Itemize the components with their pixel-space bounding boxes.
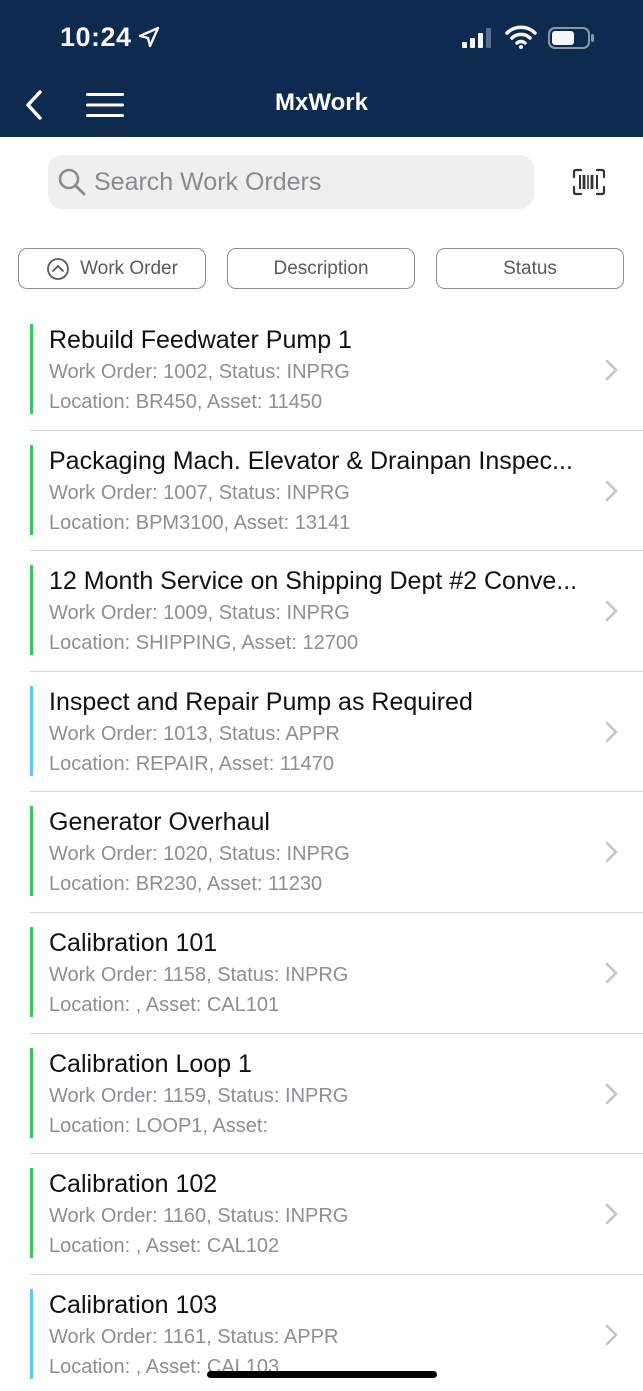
barcode-scan-icon[interactable] <box>572 168 606 196</box>
battery-icon <box>548 27 594 49</box>
work-order-status-line: Work Order: 1007, Status: INPRG <box>49 481 350 504</box>
chevron-right-icon <box>605 480 618 501</box>
top-bar: 10:24 MxWork <box>0 0 643 137</box>
work-order-location-line: Location: REPAIR, Asset: 11470 <box>49 752 334 775</box>
work-order-row[interactable]: Calibration Loop 1 Work Order: 1159, Sta… <box>0 1034 643 1155</box>
home-indicator <box>207 1371 437 1378</box>
status-indicator <box>30 1168 33 1259</box>
location-arrow-icon <box>138 26 160 48</box>
status-indicator <box>30 324 33 414</box>
sort-description-button[interactable]: Description <box>227 248 415 289</box>
app-title: MxWork <box>275 89 368 116</box>
work-order-location-line: Location: LOOP1, Asset: <box>49 1114 269 1137</box>
work-order-title: Calibration 101 <box>49 928 218 957</box>
work-order-location-line: Location: , Asset: CAL102 <box>49 1235 280 1258</box>
status-time: 10:24 <box>60 22 132 52</box>
work-order-status-line: Work Order: 1002, Status: INPRG <box>49 361 350 383</box>
work-order-title: Inspect and Repair Pump as Required <box>49 687 473 716</box>
work-order-status-line: Work Order: 1020, Status: INPRG <box>49 843 350 866</box>
work-order-title: Generator Overhaul <box>49 808 270 837</box>
chevron-right-icon <box>605 1324 618 1346</box>
sort-status-button[interactable]: Status <box>436 248 624 289</box>
sort-status-label: Status <box>503 257 557 279</box>
work-order-row[interactable]: Inspect and Repair Pump as Required Work… <box>0 672 643 793</box>
search-input[interactable] <box>94 160 524 204</box>
work-order-row[interactable]: 12 Month Service on Shipping Dept #2 Con… <box>0 551 643 672</box>
work-order-row[interactable]: Packaging Mach. Elevator & Drainpan Insp… <box>0 431 643 552</box>
work-order-location-line: Location: , Asset: CAL101 <box>49 993 280 1016</box>
chevron-right-icon <box>605 1203 618 1225</box>
status-indicator <box>30 565 33 656</box>
chevron-right-icon <box>605 721 618 743</box>
work-order-status-line: Work Order: 1161, Status: APPR <box>49 1325 339 1348</box>
chevron-right-icon <box>605 359 618 381</box>
status-indicator <box>30 1047 33 1138</box>
work-order-title: 12 Month Service on Shipping Dept #2 Con… <box>49 567 578 596</box>
status-indicator <box>30 1288 33 1379</box>
search-icon <box>58 168 86 196</box>
work-order-row[interactable]: Generator Overhaul Work Order: 1020, Sta… <box>0 792 643 913</box>
work-order-status-line: Work Order: 1160, Status: INPRG <box>49 1205 349 1228</box>
work-order-status-line: Work Order: 1158, Status: INPRG <box>49 963 349 986</box>
work-order-title: Calibration 103 <box>49 1290 218 1319</box>
work-order-status-line: Work Order: 1013, Status: APPR <box>49 722 340 745</box>
status-indicator <box>30 444 33 535</box>
work-order-title: Rebuild Feedwater Pump 1 <box>49 326 352 354</box>
work-order-status-line: Work Order: 1159, Status: INPRG <box>49 1084 349 1107</box>
sort-work-order-button[interactable]: Work Order <box>18 248 206 289</box>
sort-ascending-icon <box>47 257 69 280</box>
chevron-right-icon <box>605 962 618 984</box>
work-order-title: Calibration Loop 1 <box>49 1049 252 1078</box>
wifi-icon <box>505 25 537 49</box>
work-order-location-line: Location: BR230, Asset: 11230 <box>49 873 323 896</box>
status-indicator <box>30 926 33 1017</box>
sort-description-label: Description <box>273 257 369 279</box>
work-order-location-line: Location: BR450, Asset: 11450 <box>49 391 323 413</box>
status-indicator <box>30 806 33 897</box>
cellular-signal-icon <box>462 28 491 48</box>
work-order-row[interactable]: Calibration 101 Work Order: 1158, Status… <box>0 913 643 1034</box>
chevron-right-icon <box>605 600 618 622</box>
status-indicator <box>30 685 33 776</box>
work-order-location-line: Location: SHIPPING, Asset: 12700 <box>49 632 359 655</box>
work-order-title: Calibration 102 <box>49 1170 218 1199</box>
sort-work-order-label: Work Order <box>80 257 178 279</box>
chevron-right-icon <box>605 1083 618 1104</box>
work-order-row[interactable]: Calibration 102 Work Order: 1160, Status… <box>0 1154 643 1275</box>
work-order-location-line: Location: BPM3100, Asset: 13141 <box>49 511 351 534</box>
work-order-title: Packaging Mach. Elevator & Drainpan Insp… <box>49 446 573 475</box>
work-order-list: Rebuild Feedwater Pump 1 Work Order: 100… <box>0 310 643 1391</box>
chevron-right-icon <box>605 842 618 863</box>
work-order-row[interactable]: Rebuild Feedwater Pump 1 Work Order: 100… <box>0 310 643 431</box>
work-order-status-line: Work Order: 1009, Status: INPRG <box>49 602 350 625</box>
